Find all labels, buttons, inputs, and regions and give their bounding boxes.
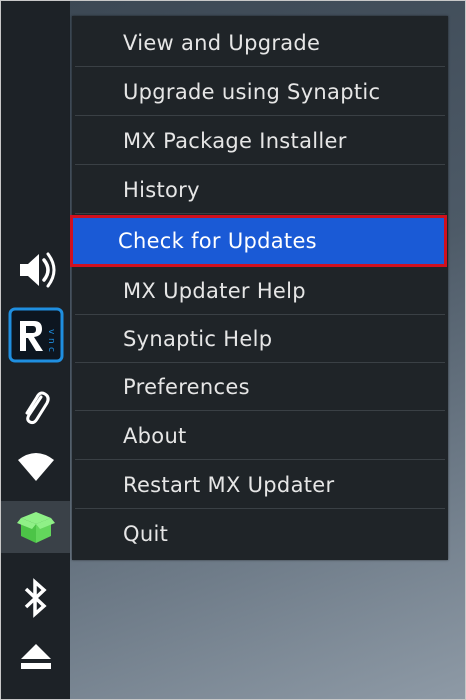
network-tray-item[interactable] xyxy=(1,442,70,490)
system-tray-panel: v n c xyxy=(1,1,70,699)
mx-updater-context-menu: View and Upgrade Upgrade using Synaptic … xyxy=(70,16,448,560)
menu-item-history[interactable]: History xyxy=(75,166,445,214)
menu-item-quit[interactable]: Quit xyxy=(75,510,445,558)
mx-updater-tray-item[interactable] xyxy=(1,501,70,553)
bluetooth-icon xyxy=(22,578,50,618)
svg-text:v: v xyxy=(46,329,56,335)
volume-tray-item[interactable] xyxy=(1,246,70,294)
menu-item-synaptic-help[interactable]: Synaptic Help xyxy=(75,315,445,363)
menu-item-mx-package-installer[interactable]: MX Package Installer xyxy=(75,117,445,165)
menu-item-mx-updater-help[interactable]: MX Updater Help xyxy=(75,267,445,315)
menu-item-restart-mx-updater[interactable]: Restart MX Updater xyxy=(75,461,445,509)
mx-updater-icon xyxy=(16,508,55,546)
clipboard-tray-item[interactable] xyxy=(1,383,70,431)
eject-icon xyxy=(19,642,53,672)
menu-item-preferences[interactable]: Preferences xyxy=(75,363,445,411)
speaker-icon xyxy=(12,248,60,292)
menu-item-about[interactable]: About xyxy=(75,412,445,460)
vnc-tray-item[interactable]: v n c xyxy=(1,307,70,363)
menu-item-upgrade-using-synaptic[interactable]: Upgrade using Synaptic xyxy=(75,68,445,116)
bluetooth-tray-item[interactable] xyxy=(1,574,70,622)
menu-item-check-for-updates[interactable]: Check for Updates xyxy=(70,215,447,267)
paperclip-icon xyxy=(19,388,53,426)
menu-item-view-and-upgrade[interactable]: View and Upgrade xyxy=(75,19,445,67)
svg-text:c: c xyxy=(46,347,56,352)
vnc-icon: v n c xyxy=(8,307,64,363)
wifi-icon xyxy=(16,448,56,484)
svg-text:n: n xyxy=(46,338,56,344)
removable-drives-tray-item[interactable] xyxy=(1,633,70,681)
